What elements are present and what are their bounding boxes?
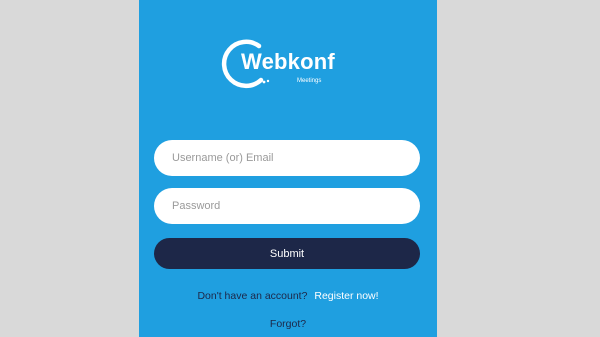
app-logo: Webkonf Meetings — [221, 38, 371, 94]
password-input[interactable] — [154, 188, 420, 224]
brand-tagline: Meetings — [297, 78, 322, 84]
login-screen: Webkonf Meetings Submit Don't have an ac… — [139, 0, 437, 337]
brand-name: Webkonf — [241, 49, 335, 74]
register-link[interactable]: Register now! — [314, 290, 378, 302]
forgot-password-link[interactable]: Forgot? — [139, 318, 437, 330]
register-prompt: Don't have an account? Register now! — [139, 290, 437, 302]
submit-button[interactable]: Submit — [154, 238, 420, 269]
register-question: Don't have an account? — [197, 290, 308, 302]
username-input[interactable] — [154, 140, 420, 176]
